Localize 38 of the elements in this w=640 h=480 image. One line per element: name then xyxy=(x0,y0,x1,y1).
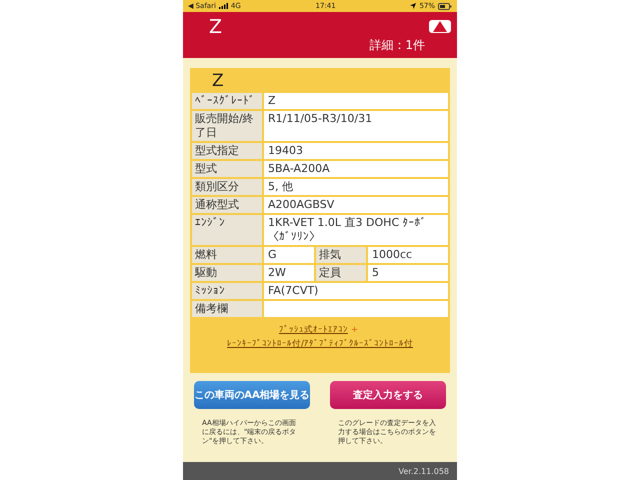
field-value: 5, 他 xyxy=(264,179,448,195)
result-count: 詳細：1件 xyxy=(369,37,425,54)
field-value: FA(7CVT) xyxy=(264,283,448,299)
field-value: 5 xyxy=(368,265,448,281)
field-value: 5BA-A200A xyxy=(264,161,448,177)
field-value: 19403 xyxy=(264,143,448,159)
field-label: 販売開始/終了日 xyxy=(192,111,262,141)
field-label: ｴﾝｼﾞﾝ xyxy=(192,215,262,245)
field-value: Z xyxy=(264,93,448,109)
battery-icon xyxy=(438,2,452,10)
header-title: Z xyxy=(209,16,222,40)
location-arrow-icon xyxy=(410,3,416,9)
option-link[interactable]: ﾌﾟｯｼｭ式ｵｰﾄｴｱｺﾝ xyxy=(278,323,348,337)
field-label: ﾐｯｼｮﾝ xyxy=(192,283,262,299)
action-button[interactable]: 査定入力をする xyxy=(330,381,446,409)
action-button[interactable]: この車両のAA相場を見る xyxy=(194,381,310,409)
option-link[interactable]: ﾚｰﾝｷｰﾌﾟｺﾝﾄﾛｰﾙ付/ｱﾀﾞﾌﾟﾃｨﾌﾞｸﾙｰｽﾞｺﾝﾄﾛｰﾙ付 xyxy=(227,337,413,351)
field-value: R1/11/05-R3/10/31 xyxy=(264,111,448,141)
field-label: 類別区分 xyxy=(192,179,262,195)
field-value: G xyxy=(264,247,314,263)
field-value: 2W xyxy=(264,265,314,281)
field-value: 1KR-VET 1.0L 直3 DOHC ﾀｰﾎﾞ〈ｶﾞｿﾘﾝ〉 xyxy=(264,215,448,245)
field-label: 型式 xyxy=(192,161,262,177)
field-label: 燃料 xyxy=(192,247,262,263)
field-label: ﾍﾞｰｽｸﾞﾚｰﾄﾞ xyxy=(192,93,262,109)
field-value: 1000cc xyxy=(368,247,448,263)
field-label: 型式指定 xyxy=(192,143,262,159)
field-label: 排気 xyxy=(316,247,366,263)
scroll-top-button[interactable] xyxy=(429,20,451,33)
field-label: 駆動 xyxy=(192,265,262,281)
field-value: A200AGBSV xyxy=(264,197,448,213)
field-label: 定員 xyxy=(316,265,366,281)
plus-sign: + xyxy=(350,325,358,335)
field-label: 通称型式 xyxy=(192,197,262,213)
version-label: Ver.2.11.058 xyxy=(398,466,449,476)
signal-icon xyxy=(218,3,228,9)
card-title: Z xyxy=(211,70,225,93)
field-label: 備考欄 xyxy=(192,301,262,317)
